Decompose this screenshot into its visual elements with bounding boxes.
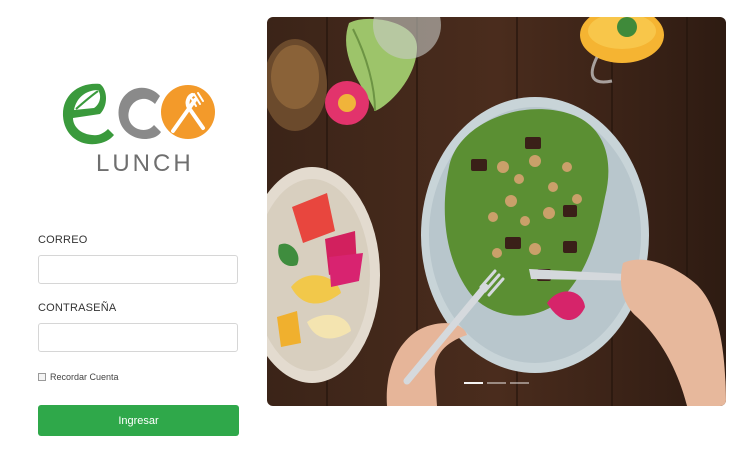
email-label: CORREO xyxy=(38,234,88,246)
food-photo xyxy=(267,17,726,406)
eco-lunch-logo: LUNCH xyxy=(56,76,226,186)
password-field[interactable] xyxy=(38,323,238,352)
remember-account-option[interactable]: Recordar Cuenta xyxy=(38,372,119,382)
leaf-e-icon xyxy=(62,83,114,145)
letter-c-icon xyxy=(118,87,161,140)
remember-label: Recordar Cuenta xyxy=(50,372,119,382)
login-button[interactable]: Ingresar xyxy=(38,405,239,436)
carousel-indicator-3[interactable] xyxy=(510,382,529,384)
fork-knife-icon xyxy=(161,85,215,139)
logo-subtitle: LUNCH xyxy=(96,150,194,177)
email-field[interactable] xyxy=(38,255,238,284)
carousel-indicator-1[interactable] xyxy=(464,382,483,384)
food-photo-carousel xyxy=(267,17,726,406)
remember-checkbox[interactable] xyxy=(38,373,46,381)
carousel-indicators xyxy=(464,382,529,384)
carousel-indicator-2[interactable] xyxy=(487,382,506,384)
password-label: CONTRASEÑA xyxy=(38,302,117,314)
